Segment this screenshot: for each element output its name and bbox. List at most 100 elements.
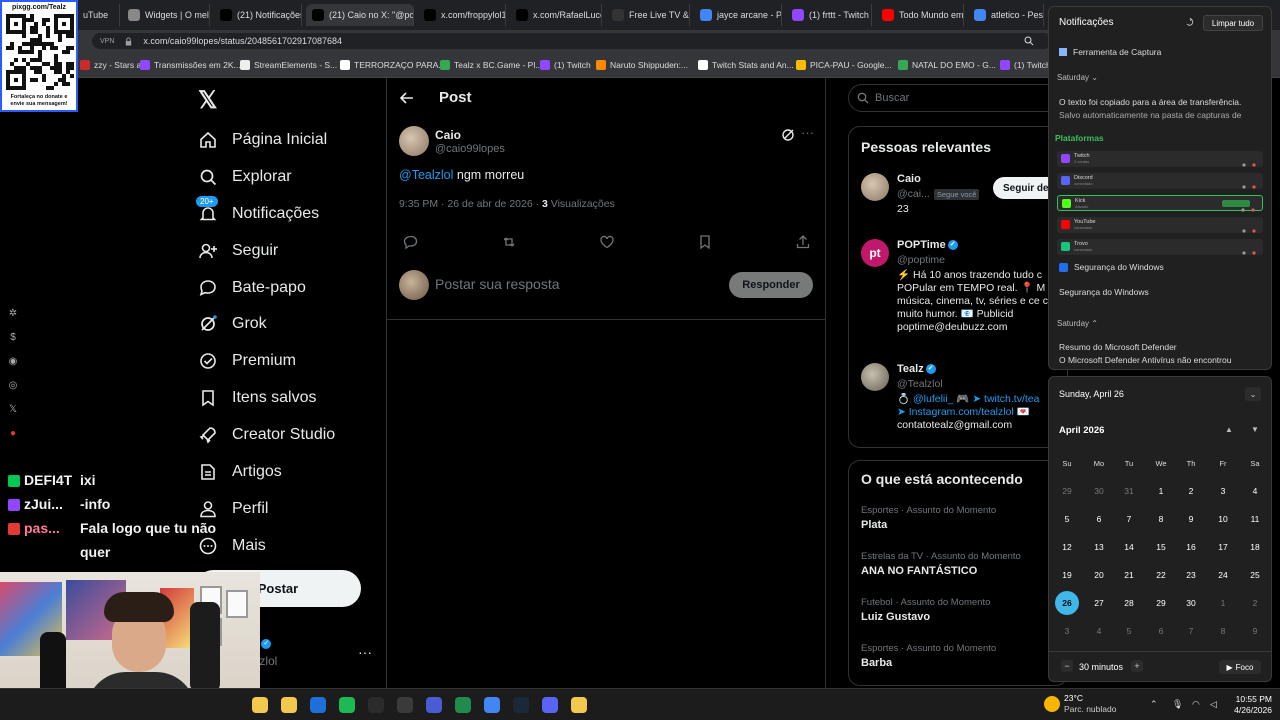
browser-tab[interactable]: (1) frttt - Twitch — [786, 4, 872, 26]
browser-tab[interactable]: x.com/froppylol1 — [418, 4, 506, 26]
nav-home[interactable]: Página Inicial — [198, 126, 327, 154]
calendar-day[interactable]: 27 — [1087, 591, 1111, 615]
calendar-day[interactable]: 12 — [1055, 535, 1079, 559]
security-notification[interactable]: Segurança do Windows — [1059, 262, 1164, 272]
nav-search[interactable]: Explorar — [198, 163, 292, 191]
calendar-day[interactable]: 4 — [1243, 479, 1267, 503]
taskbar-app-icon[interactable] — [484, 697, 500, 713]
person-caio[interactable]: Caio @cai... Segue você 23 Seguir de — [861, 173, 1067, 229]
platform-row[interactable]: Twitch 2 contas — [1057, 151, 1263, 167]
bookmark-icon[interactable] — [697, 234, 713, 250]
calendar-day[interactable]: 2 — [1243, 591, 1267, 615]
calendar-day[interactable]: 29 — [1149, 591, 1173, 615]
calendar-day[interactable]: 11 — [1243, 507, 1267, 531]
browser-tab[interactable]: Free Live TV & O — [606, 4, 690, 26]
x-logo[interactable]: 𝕏 — [198, 86, 222, 114]
bookmark-item[interactable]: Twitch Stats and An... — [698, 58, 794, 72]
focus-icon[interactable] — [1185, 17, 1195, 27]
author-name[interactable]: Caio — [435, 128, 461, 142]
browser-tab[interactable]: Widgets | O melh — [122, 4, 210, 26]
taskbar-app-icon[interactable] — [281, 697, 297, 713]
nav-profile[interactable]: Perfil — [198, 495, 268, 523]
account-more-icon[interactable]: ··· — [358, 644, 372, 660]
taskbar-app-icon[interactable] — [513, 697, 529, 713]
search-icon[interactable] — [1024, 36, 1034, 46]
calendar-day[interactable]: 10 — [1211, 507, 1235, 531]
grok-icon[interactable] — [781, 128, 795, 142]
calendar-day[interactable]: 3 — [1211, 479, 1235, 503]
person-poptime[interactable]: pt POPTime ✓ @poptime ⚡ Há 10 anos trazen… — [861, 239, 1067, 339]
platform-row[interactable]: YouTube conectado — [1057, 217, 1263, 233]
calendar-day[interactable]: 30 — [1087, 479, 1111, 503]
capture-notification[interactable]: Ferramenta de Captura — [1059, 47, 1161, 57]
calendar-day[interactable]: 16 — [1179, 535, 1203, 559]
increase-focus-button[interactable]: + — [1131, 660, 1143, 672]
bookmark-item[interactable]: PICA-PAU - Google... — [796, 58, 892, 72]
calendar-day[interactable]: 9 — [1243, 619, 1267, 643]
calendar-day[interactable]: 7 — [1117, 507, 1141, 531]
nav-follow[interactable]: Seguir — [198, 237, 278, 265]
calendar-day[interactable]: 31 — [1117, 479, 1141, 503]
calendar-day[interactable]: 9 — [1179, 507, 1203, 531]
author-handle[interactable]: @caio99lopes — [435, 143, 505, 155]
bookmark-item[interactable]: NATAL DO EMO - G... — [898, 58, 996, 72]
weather-widget[interactable]: 23°C Parc. nublado — [1064, 693, 1116, 715]
taskbar-app-icon[interactable] — [397, 697, 413, 713]
calendar-day[interactable]: 1 — [1149, 479, 1173, 503]
calendar-month[interactable]: April 2026 — [1059, 425, 1104, 436]
decrease-focus-button[interactable]: − — [1061, 660, 1073, 672]
platform-actions-icon[interactable] — [1241, 177, 1257, 189]
nav-premium[interactable]: Premium — [198, 347, 296, 375]
bookmark-item[interactable]: (1) Twitch — [1000, 58, 1051, 72]
chevron-up-icon[interactable]: ⌃ — [1150, 699, 1160, 709]
platform-row[interactable]: Discord conectado — [1057, 173, 1263, 189]
calendar-day[interactable]: 4 — [1087, 619, 1111, 643]
like-icon[interactable] — [599, 234, 615, 250]
browser-tab[interactable]: jayce arcane - Pe — [694, 4, 782, 26]
platform-actions-icon[interactable] — [1240, 200, 1256, 212]
calendar-day[interactable]: 22 — [1149, 563, 1173, 587]
bookmark-item[interactable]: Transmissões em 2K... — [140, 58, 241, 72]
calendar-day[interactable]: 6 — [1087, 507, 1111, 531]
group-saturday[interactable]: Saturday ⌄ — [1057, 73, 1098, 82]
platform-row[interactable]: Trovo conectado — [1057, 239, 1263, 255]
nav-bell[interactable]: 20+ Notificações — [196, 196, 319, 228]
group-saturday-2[interactable]: Saturday ⌃ — [1057, 319, 1098, 328]
calendar-day[interactable]: 17 — [1211, 535, 1235, 559]
nav-grok[interactable]: Grok — [198, 310, 267, 338]
next-month-icon[interactable]: ▼ — [1251, 425, 1259, 434]
taskbar-app-icon[interactable] — [310, 697, 326, 713]
taskbar-app-icon[interactable] — [542, 697, 558, 713]
reply-input[interactable]: Postar sua resposta — [435, 276, 560, 292]
bookmark-item[interactable]: TERRORZAÇO PARA... — [340, 58, 445, 72]
browser-tab[interactable]: atletico - Pesqui — [968, 4, 1044, 26]
browser-tab[interactable]: (21) Caio no X: "@popti — [306, 4, 414, 26]
nav-bookmark[interactable]: Itens salvos — [198, 384, 316, 412]
browser-tab[interactable]: Todo Mundo em — [876, 4, 964, 26]
browser-tab[interactable]: (21) Notificações — [214, 4, 302, 26]
calendar-day[interactable]: 8 — [1211, 619, 1235, 643]
bookmark-item[interactable]: Tealz x BC.Game - Pl... — [440, 58, 542, 72]
wifi-icon[interactable]: ◠ — [1192, 699, 1202, 709]
taskbar-app-icon[interactable] — [455, 697, 471, 713]
calendar-day[interactable]: 30 — [1179, 591, 1203, 615]
taskbar-app-icon[interactable] — [252, 697, 268, 713]
calendar-day[interactable]: 15 — [1149, 535, 1173, 559]
calendar-day-today[interactable]: 26 — [1055, 591, 1079, 615]
calendar-day[interactable]: 2 — [1179, 479, 1203, 503]
chevron-down-icon[interactable]: ⌄ — [1245, 387, 1261, 401]
calendar-day[interactable]: 18 — [1243, 535, 1267, 559]
calendar-day[interactable]: 7 — [1179, 619, 1203, 643]
taskbar-app-icon[interactable] — [339, 697, 355, 713]
bookmark-item[interactable]: Naruto Shippuden:... — [596, 58, 688, 72]
taskbar-app-icon[interactable] — [368, 697, 384, 713]
calendar-day[interactable]: 20 — [1087, 563, 1111, 587]
share-icon[interactable] — [795, 234, 811, 250]
calendar-day[interactable]: 25 — [1243, 563, 1267, 587]
calendar-day[interactable]: 19 — [1055, 563, 1079, 587]
trend-item[interactable]: Estrelas da TV · Assunto do Momento ANA N… — [861, 551, 1061, 577]
nav-more[interactable]: Mais — [198, 532, 266, 560]
repost-icon[interactable] — [501, 234, 517, 250]
calendar-day[interactable]: 8 — [1149, 507, 1173, 531]
search-input[interactable]: Buscar — [848, 84, 1068, 112]
